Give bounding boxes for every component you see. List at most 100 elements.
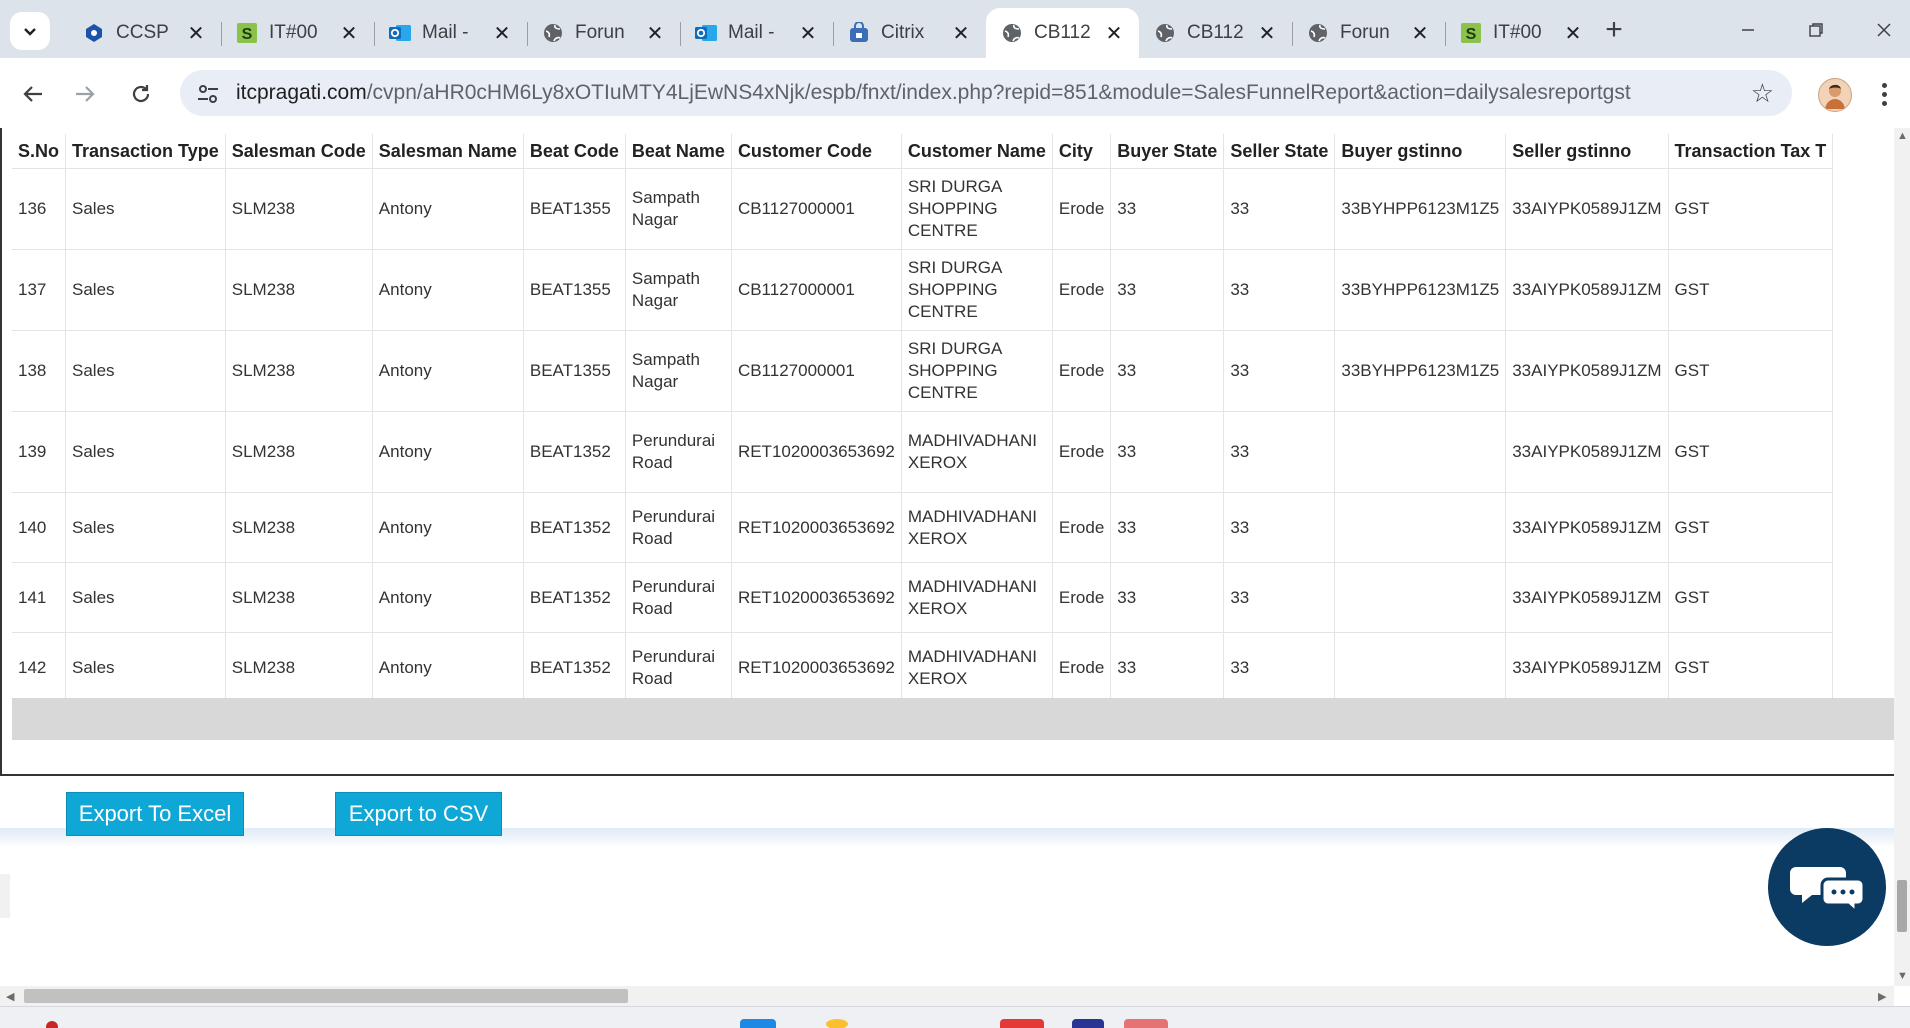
table-cell: 33BYHPP6123M1Z5 bbox=[1334, 249, 1507, 331]
close-tab-icon[interactable]: ✕ bbox=[491, 21, 513, 46]
address-bar[interactable]: itcpragati.com/cvpn/aHR0cHM6Ly8xOTIuMTY4… bbox=[180, 70, 1792, 116]
forward-button[interactable] bbox=[66, 75, 104, 113]
horizontal-scroll-thumb[interactable] bbox=[24, 989, 628, 1003]
table-cell: Erode bbox=[1052, 492, 1112, 563]
browser-tab[interactable]: CCSP ✕ bbox=[68, 8, 221, 58]
column-header: Transaction Type bbox=[65, 134, 226, 169]
browser-tab[interactable]: S IT#00 ✕ bbox=[1445, 8, 1598, 58]
table-cell: CB1127000001 bbox=[731, 330, 902, 412]
table-cell: SLM238 bbox=[225, 330, 373, 412]
back-arrow-icon bbox=[23, 86, 42, 102]
column-header: Beat Name bbox=[625, 134, 732, 169]
svg-text:S: S bbox=[242, 26, 253, 43]
column-header: Salesman Code bbox=[225, 134, 373, 169]
new-tab-button[interactable]: + bbox=[1596, 12, 1632, 48]
table-cell: Erode bbox=[1052, 562, 1112, 633]
export-csv-button[interactable]: Export to CSV bbox=[335, 792, 502, 836]
page-separator bbox=[0, 828, 1894, 848]
site-settings-icon[interactable] bbox=[194, 80, 222, 108]
tab-search-button[interactable] bbox=[10, 12, 50, 50]
export-excel-button[interactable]: Export To Excel bbox=[66, 792, 244, 836]
globe-icon bbox=[1153, 21, 1177, 45]
tab-list: CCSP ✕ S IT#00 ✕ Mail - ✕ Forun ✕ Mail - ✕ Citrix ✕ C… bbox=[68, 8, 1598, 58]
close-window-button[interactable] bbox=[1850, 8, 1910, 52]
close-tab-icon[interactable]: ✕ bbox=[797, 21, 819, 46]
close-tab-icon[interactable]: ✕ bbox=[1103, 21, 1125, 46]
table-cell: Perundurai Road bbox=[625, 632, 732, 702]
browser-toolbar: itcpragati.com/cvpn/aHR0cHM6Ly8xOTIuMTY4… bbox=[0, 58, 1910, 128]
table-row: 141 Sales SLM238 Antony BEAT1352 Perundurai R… bbox=[12, 562, 1834, 633]
close-tab-icon[interactable]: ✕ bbox=[644, 21, 666, 46]
table-cell: SRI DURGA SHOPPING CENTRE bbox=[901, 330, 1053, 412]
table-cell: BEAT1352 bbox=[523, 562, 626, 633]
table-row: 136 Sales SLM238 Antony BEAT1355 Sampath Naga… bbox=[12, 168, 1834, 250]
chat-button[interactable] bbox=[1768, 828, 1886, 946]
column-header: S.No bbox=[12, 134, 67, 169]
browser-tab[interactable]: Mail - ✕ bbox=[680, 8, 833, 58]
table-cell: 33BYHPP6123M1Z5 bbox=[1334, 168, 1507, 250]
table-cell: 136 bbox=[12, 168, 67, 250]
scroll-down-arrow-icon[interactable]: ▼ bbox=[1897, 970, 1908, 982]
table-cell: Erode bbox=[1052, 249, 1112, 331]
tab-title: Citrix bbox=[881, 22, 925, 43]
url-host: itcpragati.com bbox=[236, 81, 367, 104]
table-cell bbox=[1334, 632, 1507, 702]
close-tab-icon[interactable]: ✕ bbox=[1256, 21, 1278, 46]
table-cell: 141 bbox=[12, 562, 67, 633]
vertical-scrollbar[interactable]: ▲ ▼ bbox=[1894, 128, 1910, 986]
close-tab-icon[interactable]: ✕ bbox=[950, 21, 972, 46]
table-cell: Sales bbox=[65, 562, 226, 633]
scroll-right-arrow-icon[interactable]: ▶ bbox=[1878, 990, 1886, 1003]
browser-tab[interactable]: CB112 ✕ bbox=[986, 8, 1139, 58]
s-logo-icon: S bbox=[235, 21, 259, 45]
table-cell: Antony bbox=[372, 168, 524, 250]
close-tab-icon[interactable]: ✕ bbox=[338, 21, 360, 46]
minimize-button[interactable] bbox=[1714, 8, 1782, 52]
reload-button[interactable] bbox=[122, 75, 160, 113]
profile-avatar[interactable] bbox=[1818, 78, 1852, 112]
table-cell: 33AIYPK0589J1ZM bbox=[1505, 330, 1669, 412]
table-cell: MADHIVADHANI XEROX bbox=[901, 411, 1053, 493]
browser-tab[interactable]: S IT#00 ✕ bbox=[221, 8, 374, 58]
table-cell: Sales bbox=[65, 168, 226, 250]
minimize-icon bbox=[1742, 29, 1754, 31]
close-tab-icon[interactable]: ✕ bbox=[1562, 21, 1584, 46]
tab-title: Mail - bbox=[422, 22, 469, 43]
table-cell: RET1020003653692 bbox=[731, 632, 902, 702]
restore-button[interactable] bbox=[1782, 8, 1850, 52]
browser-tab[interactable]: CB112 ✕ bbox=[1139, 8, 1292, 58]
table-cell: BEAT1352 bbox=[523, 632, 626, 702]
column-header: Transaction Tax T bbox=[1668, 134, 1834, 169]
browser-tab[interactable]: Forun ✕ bbox=[1292, 8, 1445, 58]
table-cell: Antony bbox=[372, 411, 524, 493]
scroll-up-arrow-icon[interactable]: ▲ bbox=[1897, 130, 1908, 142]
outlook-icon bbox=[388, 21, 412, 45]
scroll-left-arrow-icon[interactable]: ◀ bbox=[6, 990, 14, 1003]
table-cell: BEAT1352 bbox=[523, 411, 626, 493]
table-cell: 33AIYPK0589J1ZM bbox=[1505, 492, 1669, 563]
table-cell: SLM238 bbox=[225, 492, 373, 563]
browser-tab[interactable]: Mail - ✕ bbox=[374, 8, 527, 58]
table-cell: SLM238 bbox=[225, 562, 373, 633]
table-cell: 33 bbox=[1223, 632, 1336, 702]
table-cell bbox=[1334, 562, 1507, 633]
close-tab-icon[interactable]: ✕ bbox=[185, 21, 207, 46]
table-cell: SRI DURGA SHOPPING CENTRE bbox=[901, 249, 1053, 331]
table-cell: Sales bbox=[65, 411, 226, 493]
browser-tab[interactable]: Forun ✕ bbox=[527, 8, 680, 58]
back-button[interactable] bbox=[14, 75, 52, 113]
close-tab-icon[interactable]: ✕ bbox=[1409, 21, 1431, 46]
table-cell: GST bbox=[1668, 249, 1834, 331]
vertical-scroll-thumb[interactable] bbox=[1897, 880, 1907, 932]
horizontal-scrollbar[interactable]: ◀ ▶ bbox=[0, 986, 1894, 1006]
bookmark-star-icon[interactable]: ☆ bbox=[1751, 78, 1774, 109]
url-path: /cvpn/aHR0cHM6Ly8xOTIuMTY4LjEwNS4xNjk/es… bbox=[366, 81, 1631, 104]
browser-tab[interactable]: Citrix ✕ bbox=[833, 8, 986, 58]
forward-arrow-icon bbox=[76, 86, 95, 102]
table-cell: 33AIYPK0589J1ZM bbox=[1505, 632, 1669, 702]
table-cell: GST bbox=[1668, 330, 1834, 412]
tab-title: IT#00 bbox=[269, 22, 318, 43]
table-cell: MADHIVADHANI XEROX bbox=[901, 632, 1053, 702]
browser-menu-icon[interactable] bbox=[1874, 76, 1894, 112]
table-cell: BEAT1352 bbox=[523, 492, 626, 563]
